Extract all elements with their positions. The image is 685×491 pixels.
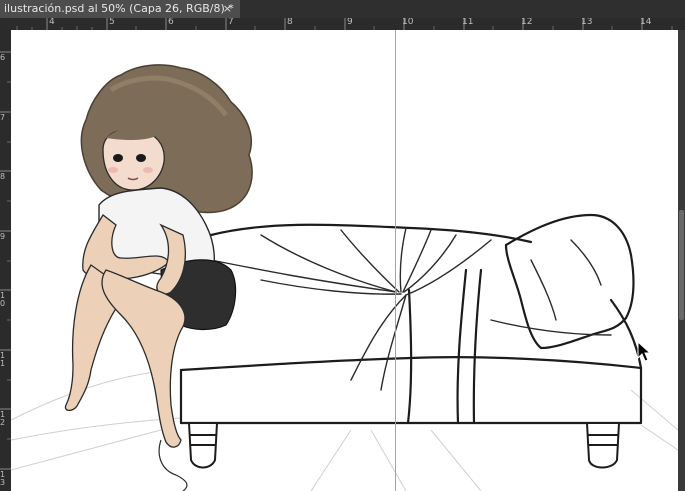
bed-drawing xyxy=(179,213,643,425)
ruler-label: 12 xyxy=(0,410,6,427)
ruler-label: 11 xyxy=(462,18,474,27)
ruler-label: 11 xyxy=(0,351,6,368)
close-icon[interactable]: × xyxy=(223,0,232,18)
vertical-scrollbar[interactable] xyxy=(678,30,685,491)
ruler-label: 8 xyxy=(287,18,293,27)
document-canvas[interactable] xyxy=(11,30,678,491)
ruler-label: 7 xyxy=(0,113,6,122)
ruler-label: 13 xyxy=(581,18,593,27)
vertical-ruler: 6 7 8 9 10 11 12 13 xyxy=(0,30,11,491)
ruler-label: 10 xyxy=(402,18,414,27)
ruler-label: 4 xyxy=(49,18,55,27)
ruler-label: 9 xyxy=(347,18,353,27)
horizontal-ruler: 4 5 6 7 8 9 10 11 12 13 14 xyxy=(11,18,685,30)
vertical-guide-line[interactable] xyxy=(395,30,396,491)
ruler-label: 8 xyxy=(0,172,6,181)
ruler-corner xyxy=(0,18,11,30)
illustration-artwork xyxy=(11,64,678,491)
document-tab-bar: ilustración.psd al 50% (Capa 26, RGB/8) … xyxy=(0,0,685,18)
scrollbar-thumb[interactable] xyxy=(679,210,684,320)
ruler-label: 10 xyxy=(0,291,6,308)
bed-legs xyxy=(187,422,621,469)
ruler-label: 6 xyxy=(0,53,6,62)
girl-figure xyxy=(64,64,253,491)
ruler-label: 7 xyxy=(228,18,234,27)
ruler-label: 5 xyxy=(109,18,115,27)
ruler-label: 12 xyxy=(521,18,533,27)
ruler-label: 9 xyxy=(0,232,6,241)
floor-lines xyxy=(11,369,678,491)
arrow-cursor-icon xyxy=(637,341,651,362)
ruler-label: 13 xyxy=(0,470,6,487)
document-tab[interactable]: ilustración.psd al 50% (Capa 26, RGB/8) … xyxy=(0,0,240,18)
ruler-label: 6 xyxy=(168,18,174,27)
document-tab-title: ilustración.psd al 50% (Capa 26, RGB/8) … xyxy=(4,2,234,15)
ruler-label: 14 xyxy=(640,18,652,27)
